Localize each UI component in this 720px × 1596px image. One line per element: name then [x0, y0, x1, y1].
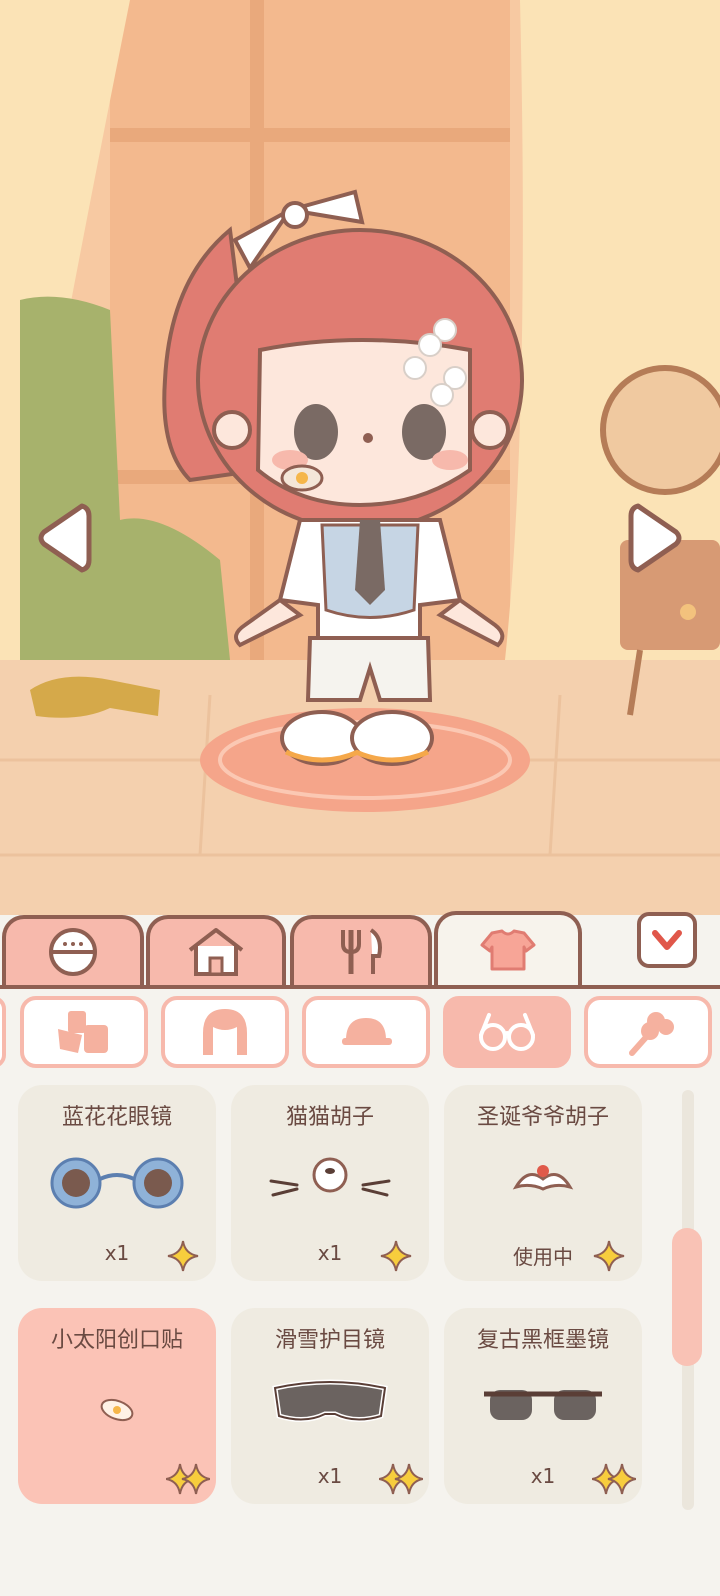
tab-clothing[interactable]: [434, 911, 582, 985]
retro-sunglasses-icon: [484, 1390, 602, 1420]
ski-goggles-icon: [272, 1379, 388, 1422]
item-card-ski-goggles[interactable]: 滑雪护目镜 x1: [231, 1308, 429, 1504]
item-name: 猫猫胡子: [285, 1105, 374, 1130]
tab-home[interactable]: [146, 915, 286, 985]
subcategory-hand-item[interactable]: [584, 996, 712, 1068]
cat-whiskers-icon: [269, 1157, 391, 1197]
double-sparkle-icon: [379, 1463, 423, 1495]
santa-beard-icon: [512, 1165, 574, 1191]
socks-icon: [58, 1011, 108, 1053]
tab-food[interactable]: [290, 915, 432, 985]
hair-icon: [203, 1009, 247, 1055]
item-name: 小太阳创口贴: [50, 1328, 183, 1353]
item-name: 圣诞爷爷胡子: [476, 1105, 609, 1130]
chevron-left-icon: [38, 503, 92, 573]
subcategory-socks[interactable]: [20, 996, 148, 1068]
subcategory-hat[interactable]: [302, 996, 430, 1068]
character-avatar: [162, 189, 524, 766]
sun-bandage-icon: [100, 1398, 134, 1422]
shirt-icon: [480, 929, 536, 971]
subcategory-glasses[interactable]: [443, 996, 571, 1068]
collapse-panel-button[interactable]: [637, 912, 697, 968]
item-card-retro-sunglasses[interactable]: 复古黑框墨镜 x1: [444, 1308, 642, 1504]
sparkle-icon: [167, 1240, 199, 1272]
blue-flower-glasses-icon: [50, 1157, 184, 1209]
dress-up-scene: [0, 0, 720, 915]
chevron-right-icon: [628, 503, 682, 573]
previous-scene-button[interactable]: [34, 498, 94, 578]
item-card-santa-beard[interactable]: 圣诞爷爷胡子 使用中: [444, 1085, 642, 1281]
sparkle-icon: [380, 1240, 412, 1272]
item-name: 蓝花花眼镜: [61, 1105, 172, 1130]
house-icon: [188, 928, 244, 976]
item-name: 滑雪护目镜: [274, 1328, 385, 1353]
item-card-cat-whiskers[interactable]: 猫猫胡子 x1: [231, 1085, 429, 1281]
sparkle-icon: [593, 1240, 625, 1272]
chevron-down-icon: [652, 930, 682, 950]
next-scene-button[interactable]: [626, 498, 686, 578]
wardrobe-panel: [0, 985, 720, 1596]
fork-knife-icon: [341, 928, 382, 974]
subcategory-hair[interactable]: [161, 996, 289, 1068]
hand-item-icon: [629, 1012, 674, 1056]
glasses-icon: [479, 1013, 535, 1051]
hat-icon: [342, 1018, 392, 1045]
face-icon: [49, 928, 97, 976]
item-name: 复古黑框墨镜: [476, 1328, 609, 1353]
subcategory-hidden-left[interactable]: [0, 996, 6, 1068]
item-list-scroll-thumb[interactable]: [672, 1228, 702, 1366]
double-sparkle-icon: [166, 1463, 210, 1495]
item-card-blue-flower-glasses[interactable]: 蓝花花眼镜 x1: [18, 1085, 216, 1281]
double-sparkle-icon: [592, 1463, 636, 1495]
item-card-sun-bandage[interactable]: 小太阳创口贴: [18, 1308, 216, 1504]
tab-face[interactable]: [2, 915, 144, 985]
